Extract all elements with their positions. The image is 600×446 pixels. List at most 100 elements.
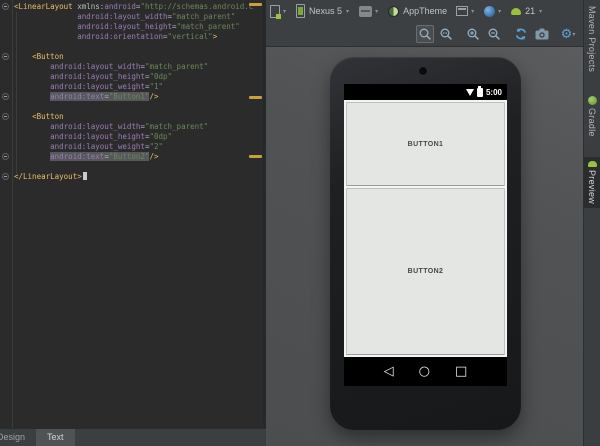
editor-gutter[interactable] [0,0,13,428]
refresh-button[interactable] [512,25,530,43]
status-time: 5:00 [486,88,502,97]
code-token: android:layout_height [50,72,145,81]
code-token: "2" [149,142,163,151]
device-icon [296,4,305,18]
device-selector[interactable]: Nexus 5 ▾ [296,4,351,18]
tab-text[interactable]: Text [36,429,75,446]
editor-pane[interactable]: <LinearLayout xmlns:android="http://sche… [0,0,263,446]
fold-icon[interactable] [2,113,9,120]
code-token [14,142,50,151]
magnifier-minus-icon [487,27,502,42]
code-line[interactable] [14,162,253,172]
camera-icon [535,27,549,41]
right-sidebar: Maven Projects Gradle Preview [583,0,600,446]
chevron-down-icon: ▾ [498,8,501,15]
tab-design[interactable]: Design [0,429,36,446]
code-token: android:layout_weight [50,82,145,91]
code-token: /> [149,92,158,101]
code-token: android:layout_width [77,12,167,21]
zoom-fit-button[interactable] [416,25,434,43]
error-stripe-mark[interactable] [249,155,262,158]
code-line[interactable]: android:layout_width="match_parent" [14,122,253,132]
code-line[interactable]: android:orientation="vertical"> [14,32,253,42]
sidebar-tab-maven-projects[interactable]: Maven Projects [584,2,600,76]
code-token: "match_parent" [172,12,235,21]
code-line[interactable]: android:layout_height="match_parent" [14,22,253,32]
code-token [14,132,50,141]
orientation-selector[interactable]: ▾ [270,5,288,18]
zoom-in-button[interactable] [464,25,482,43]
code-token: "vertical" [168,32,213,41]
fold-icon[interactable] [2,153,9,160]
fold-icon[interactable] [2,3,9,10]
sidebar-tab-label: Maven Projects [587,6,597,72]
sidebar-tab-preview[interactable]: Preview [584,157,600,208]
error-stripe-mark[interactable] [249,3,262,6]
code-token: > [213,32,218,41]
code-token: </LinearLayout> [14,172,82,181]
code-line[interactable]: <Button [14,112,253,122]
preview-zoom-row: ⚙ ▾ [416,24,578,44]
code-line[interactable]: android:text="Button1"/> [14,92,253,102]
code-line[interactable]: android:layout_width="match_parent" [14,62,253,72]
zoom-actual-button[interactable] [437,25,455,43]
code-line[interactable]: android:layout_weight="1" [14,82,253,92]
code-line[interactable]: android:layout_height="0dp" [14,72,253,82]
code-token [14,92,50,101]
magnifier-actual-size-icon [439,27,454,42]
code-token: android:text [50,152,104,161]
code-token [14,62,50,71]
code-token [14,152,50,161]
activity-icon [456,6,468,16]
code-line[interactable]: <LinearLayout xmlns:android="http://sche… [14,2,253,12]
chevron-down-icon: ▾ [572,31,575,38]
gear-icon: ⚙ [561,28,573,41]
fold-icon[interactable] [2,53,9,60]
code-line[interactable]: <Button [14,52,253,62]
code-line[interactable]: android:layout_width="match_parent" [14,12,253,22]
code-line[interactable]: android:layout_height="0dp" [14,132,253,142]
sidebar-tab-gradle[interactable]: Gradle [584,92,600,141]
layout-preview: BUTTON1 BUTTON2 [344,100,507,357]
locale-selector[interactable]: ▾ [484,6,503,17]
code-token [14,82,50,91]
layout-orientation-icon [270,5,280,18]
recents-icon: □ [455,365,467,378]
sensor-dot [483,69,485,71]
preview-button1[interactable]: BUTTON1 [346,102,505,186]
code-token: "http://schemas.android.c [140,2,253,11]
code-line[interactable] [14,102,253,112]
code-line[interactable]: android:text="Button2"/> [14,152,253,162]
magnifier-plus-icon [466,27,481,42]
code-token [14,22,77,31]
code-token [14,72,50,81]
zoom-out-button[interactable] [485,25,503,43]
preview-button2[interactable]: BUTTON2 [346,188,505,355]
navigation-bar: ◁ ○ □ [344,357,507,386]
code-line[interactable]: android:layout_weight="2" [14,142,253,152]
front-camera [418,66,428,76]
sensor-dot [359,69,362,72]
code-line[interactable]: </LinearLayout> [14,172,253,182]
code-token: android:text [50,92,104,101]
code-token [14,122,50,131]
preview-settings-button[interactable]: ⚙ ▾ [560,25,578,43]
api-level-selector[interactable]: 21 ▾ [511,6,544,16]
screenshot-button[interactable] [533,25,551,43]
code-token: android:layout_weight [50,142,145,151]
code-token: android:layout_width [50,62,140,71]
fold-icon[interactable] [2,173,9,180]
code-line[interactable] [14,42,253,52]
error-stripe-mark[interactable] [249,96,262,99]
activity-selector[interactable]: ▾ [456,6,476,16]
theme-selector[interactable]: AppTheme [388,6,448,17]
preview-canvas[interactable]: 5:00 BUTTON1 BUTTON2 ◁ ○ □ [266,47,584,446]
code-token: "1" [149,82,163,91]
editor-bottom-tabs: DesignText [0,428,266,446]
fold-icon[interactable] [2,93,9,100]
code-area[interactable]: <LinearLayout xmlns:android="http://sche… [14,2,253,182]
code-token: android:layout_width [50,122,140,131]
code-token: android:layout_height [77,22,172,31]
target-selector[interactable]: ▾ [359,6,380,17]
code-token [14,12,77,21]
